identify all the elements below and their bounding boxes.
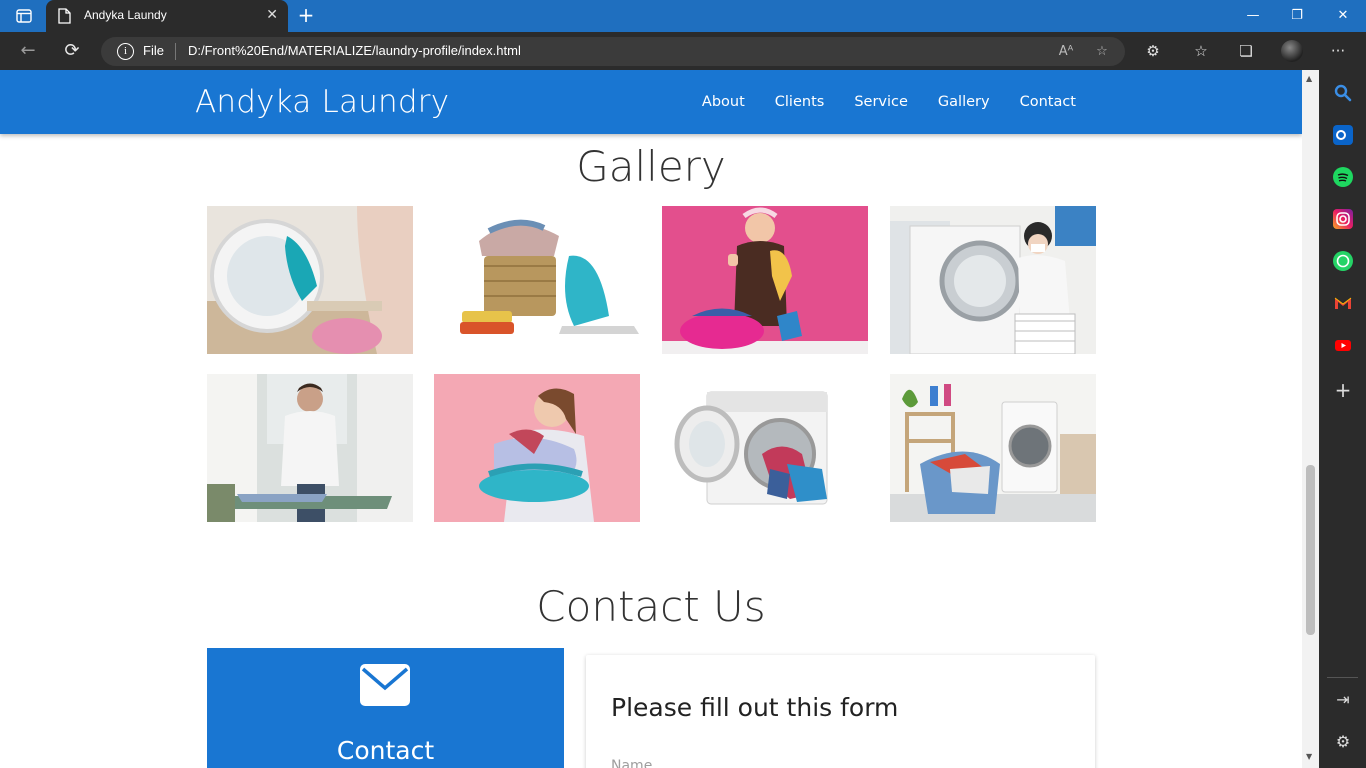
favorites-icon[interactable]: ☆ — [1190, 40, 1212, 62]
whatsapp-icon[interactable] — [1333, 251, 1353, 271]
gallery-image-woman-loading-washing-machine[interactable] — [207, 206, 413, 354]
add-sidebar-app-icon[interactable]: + — [1333, 380, 1353, 400]
collections-icon[interactable]: ❏ — [1235, 40, 1257, 62]
close-window-button[interactable]: ✕ — [1320, 0, 1366, 32]
hide-sidebar-icon[interactable]: ⇥ — [1333, 690, 1353, 710]
tab-title: Andyka Laundy — [84, 8, 167, 22]
new-tab-button[interactable]: + — [294, 4, 318, 28]
outlook-icon[interactable] — [1333, 125, 1353, 145]
contact-card-title: Contact — [336, 736, 435, 765]
browser-titlebar: Andyka Laundy ✕ + — ❐ ✕ — [0, 0, 1366, 32]
profile-avatar[interactable] — [1281, 40, 1303, 62]
back-icon[interactable]: ← — [16, 40, 40, 62]
nav-link-gallery[interactable]: Gallery — [938, 94, 990, 110]
tab-actions-icon[interactable] — [12, 6, 36, 26]
search-icon[interactable] — [1333, 83, 1353, 103]
youtube-icon[interactable] — [1333, 335, 1353, 355]
nav-links: About Clients Service Gallery Contact — [672, 70, 1076, 134]
url-text[interactable]: D:/Front%20End/MATERIALIZE/laundry-profi… — [188, 43, 521, 58]
divider — [175, 43, 176, 60]
restore-button[interactable]: ❐ — [1274, 0, 1320, 32]
gallery-image-man-ironing-shirt[interactable] — [207, 374, 413, 522]
file-label: File — [143, 43, 164, 58]
instagram-icon[interactable] — [1333, 209, 1353, 229]
contact-form-card: Please fill out this form — [586, 655, 1095, 768]
scroll-thumb[interactable] — [1306, 465, 1315, 635]
name-input[interactable] — [611, 751, 1071, 768]
refresh-icon[interactable]: ⟳ — [60, 40, 84, 62]
gallery-image-laundry-basket-with-iron[interactable] — [434, 206, 640, 354]
contact-card: Contact — [207, 648, 564, 768]
edge-sidebar: + ⇥ ⚙ — [1319, 70, 1366, 768]
info-icon[interactable]: i — [117, 43, 134, 60]
gallery-image-woman-thumbs-up-pink-background[interactable] — [662, 206, 868, 354]
site-navbar: Andyka Laundry About Clients Service Gal… — [0, 70, 1302, 134]
close-tab-icon[interactable]: ✕ — [266, 7, 278, 23]
read-aloud-icon[interactable]: Aᴬ — [1056, 42, 1076, 62]
page-scrollbar[interactable]: ▲ ▼ — [1302, 70, 1319, 768]
gallery-image-woman-holding-laundry-pink[interactable] — [434, 374, 640, 522]
gallery-image-woman-mask-washing-machine[interactable] — [890, 206, 1096, 354]
gallery-title: Gallery — [576, 142, 726, 191]
minimize-button[interactable]: — — [1230, 0, 1276, 32]
address-bar[interactable]: i File D:/Front%20End/MATERIALIZE/laundr… — [101, 37, 1125, 66]
more-menu-icon[interactable]: ··· — [1327, 40, 1349, 62]
nav-link-clients[interactable]: Clients — [775, 94, 825, 110]
file-icon — [58, 8, 72, 24]
contact-title: Contact Us — [536, 582, 766, 631]
scroll-down-icon[interactable]: ▼ — [1306, 752, 1312, 761]
gmail-icon[interactable] — [1333, 293, 1353, 313]
nav-link-service[interactable]: Service — [854, 94, 908, 110]
scroll-up-icon[interactable]: ▲ — [1306, 74, 1312, 83]
sidebar-divider — [1327, 677, 1358, 678]
gallery-image-laundry-room-washing-machine[interactable] — [890, 374, 1096, 522]
page-viewport: Andyka Laundry About Clients Service Gal… — [0, 70, 1302, 768]
mail-icon — [360, 664, 410, 706]
extensions-icon[interactable]: ⚙ — [1142, 40, 1164, 62]
sidebar-settings-icon[interactable]: ⚙ — [1333, 732, 1353, 752]
form-title: Please fill out this form — [611, 693, 899, 722]
gallery-image-washing-machine-with-clothes[interactable] — [662, 374, 868, 522]
browser-tab[interactable]: Andyka Laundy ✕ — [46, 0, 288, 32]
nav-link-about[interactable]: About — [702, 94, 745, 110]
favorite-add-icon[interactable]: ☆ — [1092, 42, 1112, 62]
spotify-icon[interactable] — [1333, 167, 1353, 187]
nav-link-contact[interactable]: Contact — [1020, 94, 1076, 110]
site-brand[interactable]: Andyka Laundry — [195, 84, 449, 120]
